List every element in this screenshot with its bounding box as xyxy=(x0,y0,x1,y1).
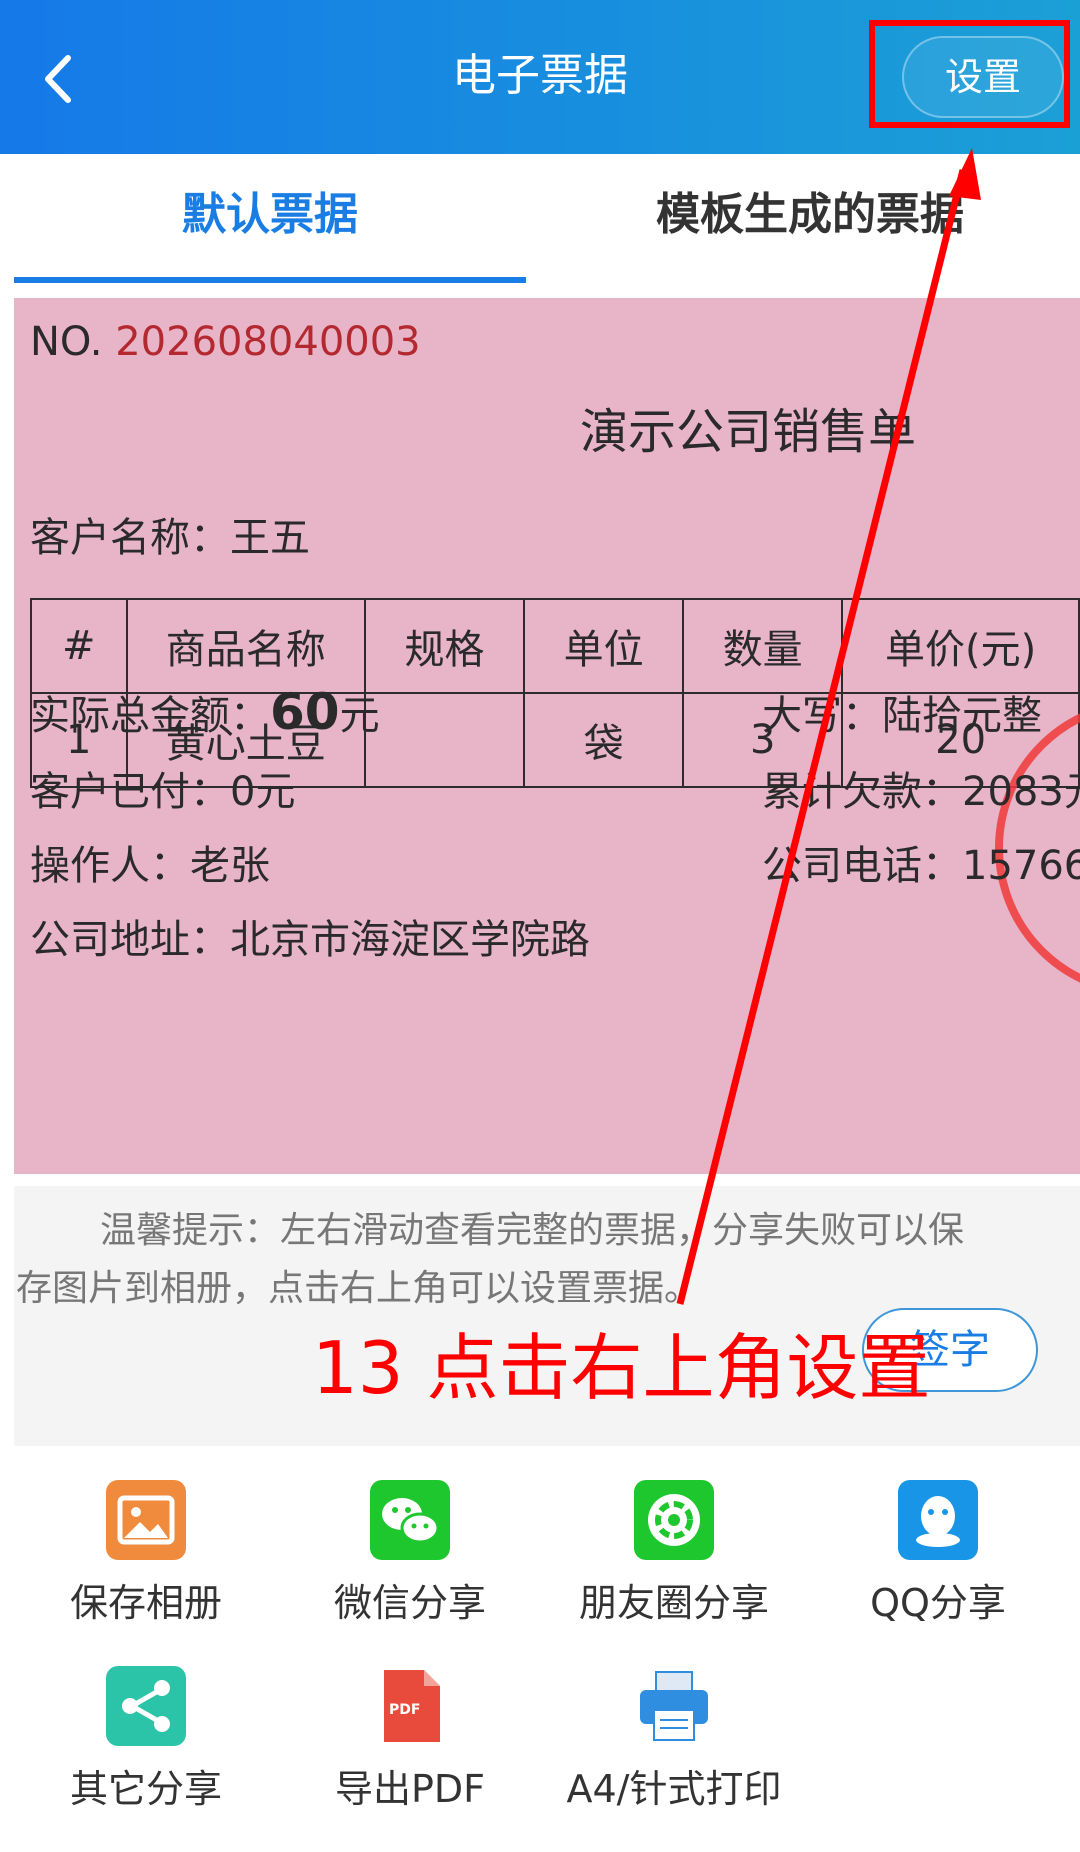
receipt-title: 演示公司销售单 xyxy=(580,404,917,460)
header-cell-name: 商品名称 xyxy=(125,598,367,694)
moments-share-button[interactable]: 朋友圈分享 xyxy=(542,1480,806,1640)
paid-amount: 客户已付：0元 xyxy=(30,764,295,820)
operator-value: 老张 xyxy=(190,843,270,889)
debt-label: 累计欠款： xyxy=(762,769,962,815)
svg-text:PDF: PDF xyxy=(389,1702,420,1718)
save-album-label: 保存相册 xyxy=(69,1581,222,1625)
tip-line-2: 存图片到相册，点击右上角可以设置票据。 xyxy=(16,1268,701,1309)
receipt-preview[interactable]: NO. 202608040003 演示公司销售单 客户名称：王五 # 商品名称 … xyxy=(14,298,1080,1174)
debt-value: 2083元 xyxy=(962,769,1080,815)
receipt-number-value: 202608040003 xyxy=(115,319,421,365)
moments-share-label: 朋友圈分享 xyxy=(578,1581,769,1625)
export-pdf-button[interactable]: PDF 导出PDF xyxy=(278,1666,542,1826)
pdf-icon: PDF xyxy=(384,1670,440,1742)
export-pdf-label: 导出PDF xyxy=(334,1767,486,1811)
tip-line-1: 温馨提示：左右滑动查看完整的票据，分享失败可以保 xyxy=(100,1210,965,1251)
address-label: 公司地址： xyxy=(30,917,230,963)
operator: 操作人：老张 xyxy=(30,838,270,894)
operator-label: 操作人： xyxy=(30,843,190,889)
receipt-number-prefix: NO. xyxy=(30,319,116,365)
wechat-share-label: 微信分享 xyxy=(333,1581,486,1625)
active-tab-indicator xyxy=(14,277,526,283)
cell-unit: 袋 xyxy=(523,692,685,788)
printer-icon xyxy=(640,1671,708,1741)
total-value: 60 xyxy=(270,683,340,741)
qq-share-button[interactable]: QQ分享 xyxy=(806,1480,1070,1640)
header-cell-qty: 数量 xyxy=(682,598,844,694)
header-cell-price: 单价(元) xyxy=(841,598,1080,694)
print-button[interactable]: A4/针式打印 xyxy=(542,1666,806,1826)
customer-label: 客户名称： xyxy=(30,515,230,561)
customer-value: 王五 xyxy=(230,515,310,561)
qq-share-label: QQ分享 xyxy=(870,1581,1006,1625)
cell-spec xyxy=(363,692,526,788)
paid-label: 客户已付： xyxy=(30,769,230,815)
amount-uppercase: 大写：陆拾元整 xyxy=(762,688,1042,744)
header-cell-unit: 单位 xyxy=(523,598,685,694)
moments-icon xyxy=(634,1480,714,1560)
company-address: 公司地址：北京市海淀区学院路 xyxy=(30,912,590,968)
uppercase-value: 陆拾元整 xyxy=(882,693,1042,739)
phone-value: 15766 xyxy=(962,843,1080,889)
address-value: 北京市海淀区学院路 xyxy=(230,917,590,963)
paid-value: 0元 xyxy=(230,769,296,815)
header-cell-index: # xyxy=(30,598,128,694)
tab-default-receipt[interactable]: 默认票据 xyxy=(14,180,526,250)
total-debt: 累计欠款：2083元 xyxy=(762,764,1080,820)
wechat-icon xyxy=(370,1480,450,1560)
customer-name: 客户名称：王五 xyxy=(30,510,310,566)
other-share-label: 其它分享 xyxy=(69,1767,222,1811)
print-label: A4/针式打印 xyxy=(566,1767,782,1811)
header-cell-spec: 规格 xyxy=(363,598,526,694)
gallery-icon xyxy=(106,1480,186,1560)
annotation-text: 13 点击右上角设置 xyxy=(312,1326,931,1410)
phone-label: 公司电话： xyxy=(762,843,962,889)
share-panel: 保存相册 微信分享 朋友圈分享 QQ分享 其它分享 PDF 导出PDF A4/针… xyxy=(14,1480,1080,1840)
wechat-share-button[interactable]: 微信分享 xyxy=(278,1480,542,1640)
table-header-row: # 商品名称 规格 单位 数量 单价(元) xyxy=(30,598,1080,694)
receipt-number: NO. 202608040003 xyxy=(30,314,421,370)
tab-template-receipt[interactable]: 模板生成的票据 xyxy=(540,180,1080,250)
share-icon xyxy=(106,1666,186,1746)
total-amount: 实际总金额：60元 xyxy=(30,684,380,744)
save-album-button[interactable]: 保存相册 xyxy=(14,1480,278,1640)
other-share-button[interactable]: 其它分享 xyxy=(14,1666,278,1826)
total-label: 实际总金额： xyxy=(30,693,270,739)
qq-icon xyxy=(898,1480,978,1560)
total-unit: 元 xyxy=(339,693,380,739)
uppercase-label: 大写： xyxy=(762,693,882,739)
annotation-highlight-box xyxy=(869,20,1070,128)
company-phone: 公司电话：15766 xyxy=(762,838,1080,894)
